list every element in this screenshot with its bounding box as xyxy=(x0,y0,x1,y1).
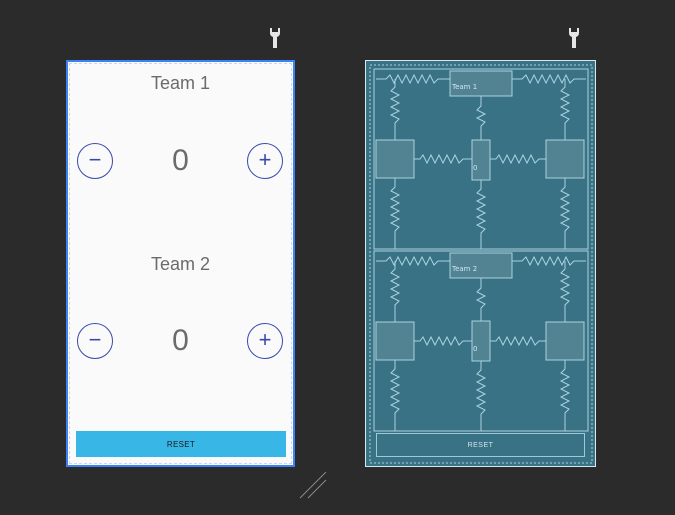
blueprint-team1-label: Team 1 xyxy=(452,83,478,91)
plus-icon: + xyxy=(258,327,272,352)
design-surface[interactable]: Team 1 − 0 + Team 2 − 0 + RESET xyxy=(66,60,295,467)
constraint-diagram xyxy=(369,64,593,464)
blueprint-surface[interactable]: Team 1 0 Team 2 0 RESET xyxy=(365,60,596,467)
blueprint-reset-button[interactable]: RESET xyxy=(376,433,585,457)
team1-label: Team 1 xyxy=(150,73,211,93)
resize-handle-icon[interactable] xyxy=(298,470,328,500)
blueprint-settings-wrench-icon[interactable] xyxy=(567,27,581,49)
team1-plus-button[interactable]: + xyxy=(247,143,283,179)
plus-icon: + xyxy=(258,147,272,172)
team2-plus-button[interactable]: + xyxy=(247,323,283,359)
blueprint-team2-label: Team 2 xyxy=(452,265,478,273)
reset-button[interactable]: RESET xyxy=(76,431,286,457)
design-settings-wrench-icon[interactable] xyxy=(268,27,282,49)
blueprint-team2-score: 0 xyxy=(473,345,478,353)
team2-label: Team 2 xyxy=(150,254,211,274)
blueprint-team1-score: 0 xyxy=(473,164,478,172)
